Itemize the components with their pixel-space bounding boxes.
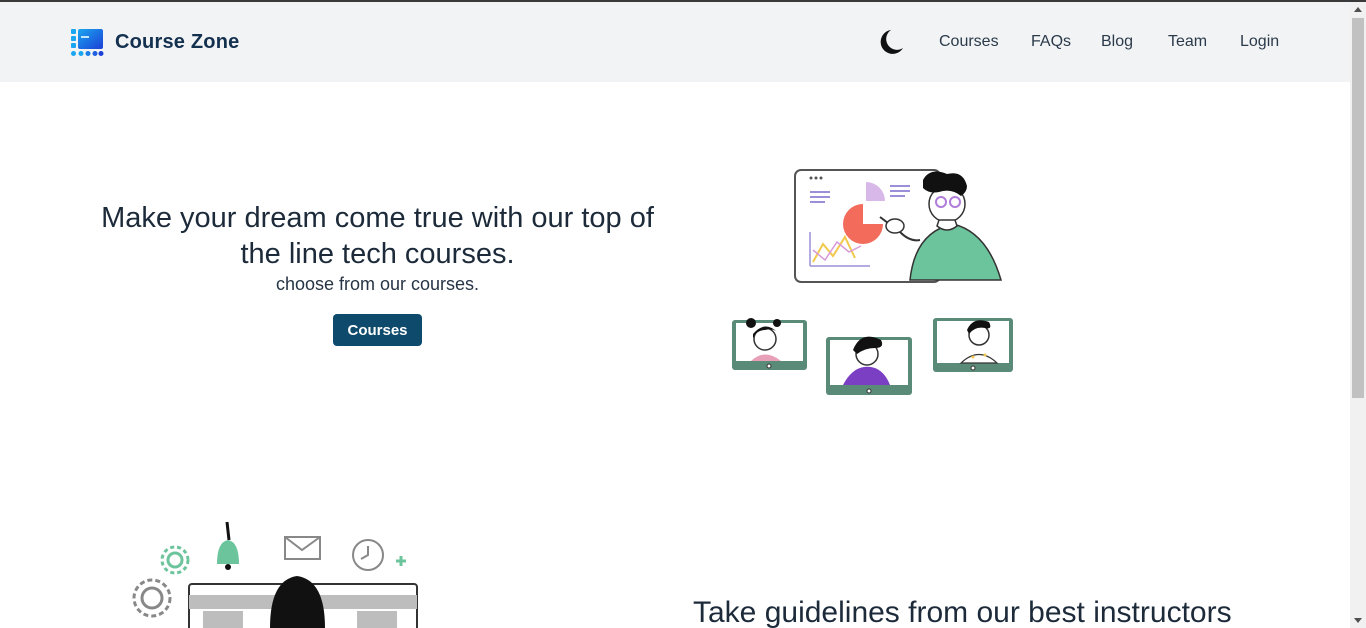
moon-icon[interactable] bbox=[876, 28, 904, 56]
nav-team[interactable]: Team bbox=[1168, 33, 1207, 51]
scroll-up-arrow-icon[interactable] bbox=[1350, 2, 1366, 18]
nav-faqs[interactable]: FAQs bbox=[1031, 33, 1071, 51]
brand-logo-icon bbox=[71, 29, 104, 56]
hero-subtitle: choose from our courses. bbox=[275, 274, 480, 294]
instructors-section-title: Take guidelines from our best instructor… bbox=[693, 596, 1232, 628]
scroll-down-arrow-icon[interactable] bbox=[1350, 612, 1366, 628]
online-teaching-illustration bbox=[732, 169, 1013, 395]
brand-link[interactable]: Course Zone bbox=[70, 27, 239, 57]
scrollbar-thumb[interactable] bbox=[1352, 18, 1364, 398]
hero-courses-button[interactable]: Courses bbox=[333, 314, 422, 346]
hero-title: Make your dream come true with our top o… bbox=[101, 202, 654, 270]
remote-learning-illustration bbox=[132, 521, 418, 628]
vertical-scrollbar[interactable] bbox=[1350, 2, 1366, 628]
nav-login[interactable]: Login bbox=[1240, 33, 1279, 51]
nav-blog[interactable]: Blog bbox=[1101, 33, 1133, 51]
navbar: Course Zone Courses FAQs Blog Team Login bbox=[0, 2, 1350, 82]
nav-courses[interactable]: Courses bbox=[939, 33, 999, 51]
brand-name: Course Zone bbox=[115, 30, 240, 53]
